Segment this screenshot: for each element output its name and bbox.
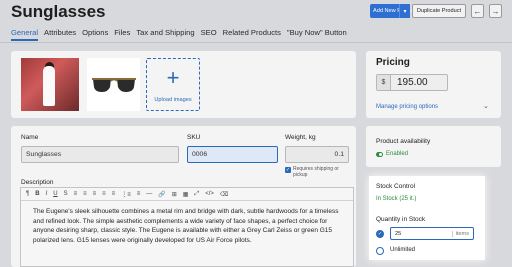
description-editor[interactable]: ¶ B I U S ≡ ≡ ≡ ≡ ≡ ⋮≡ ≡ — 🔗 ⊞ ▦ ⤢ </> ⌫… xyxy=(20,187,354,267)
shipping-checkbox[interactable]: ✓ xyxy=(285,167,291,173)
availability-card: Product availability Enabled xyxy=(366,126,501,167)
plus-icon: + xyxy=(166,64,180,90)
tab-related-products[interactable]: Related Products xyxy=(223,28,281,41)
product-details-card: Name Sunglasses SKU 0006 Weight, kg 0.1 … xyxy=(11,126,356,267)
tab-bar: General Attributes Options Files Tax and… xyxy=(11,28,347,41)
upload-images-button[interactable]: + Upload images xyxy=(146,58,200,111)
sku-label: SKU xyxy=(187,134,201,141)
table-icon[interactable]: ⊞ xyxy=(172,191,177,198)
unlimited-radio[interactable] xyxy=(376,247,384,255)
quantity-unit: items xyxy=(451,230,469,237)
horizontal-rule-icon[interactable]: — xyxy=(146,191,152,197)
tab-tax-shipping[interactable]: Tax and Shipping xyxy=(136,28,194,41)
align-center-icon[interactable]: ≡ xyxy=(83,191,87,197)
name-label: Name xyxy=(21,134,39,141)
price-field[interactable]: $ 195.00 xyxy=(376,74,448,91)
images-card: + Upload images xyxy=(11,51,356,118)
duplicate-product-button[interactable]: Duplicate Product xyxy=(412,4,466,18)
arrow-right-icon[interactable]: → xyxy=(489,4,502,18)
underline-icon[interactable]: U xyxy=(53,191,57,197)
tab-buy-now-button[interactable]: "Buy Now" Button xyxy=(287,28,347,41)
tab-attributes[interactable]: Attributes xyxy=(44,28,76,41)
quantity-value: 25 xyxy=(395,230,402,237)
chevron-down-icon[interactable]: ⌄ xyxy=(483,102,489,110)
tab-files[interactable]: Files xyxy=(114,28,130,41)
weight-field[interactable]: 0.1 xyxy=(285,146,349,163)
add-new-product-button[interactable]: Add New Product ▾ xyxy=(370,4,417,18)
sunglasses-icon xyxy=(91,77,136,92)
page-title: Sunglasses xyxy=(11,2,106,21)
quantity-radio[interactable]: ✓ xyxy=(376,230,384,238)
paragraph-icon[interactable]: ¶ xyxy=(26,191,29,197)
stock-control-title: Stock Control xyxy=(376,183,416,190)
strikethrough-icon[interactable]: S xyxy=(64,191,68,197)
quantity-input[interactable]: 25 items xyxy=(390,227,474,240)
pricing-card: Pricing $ 195.00 Manage pricing options … xyxy=(366,51,501,118)
link-icon[interactable]: 🔗 xyxy=(158,191,165,198)
pricing-title: Pricing xyxy=(376,57,410,68)
clear-format-icon[interactable]: ⌫ xyxy=(220,191,228,198)
currency-symbol: $ xyxy=(377,75,391,90)
align-left-icon[interactable]: ≡ xyxy=(74,191,78,197)
product-image-sunglasses[interactable] xyxy=(87,58,140,111)
price-value[interactable]: 195.00 xyxy=(391,75,428,90)
tab-seo[interactable]: SEO xyxy=(201,28,217,41)
tab-options[interactable]: Options xyxy=(82,28,108,41)
bold-icon[interactable]: B xyxy=(35,191,39,197)
align-right-icon[interactable]: ≡ xyxy=(93,191,97,197)
upload-images-label: Upload images xyxy=(154,96,192,103)
name-field[interactable]: Sunglasses xyxy=(21,146,179,163)
toggle-icon xyxy=(376,151,383,157)
indent-icon[interactable]: ≡ xyxy=(137,191,141,197)
unordered-list-icon[interactable]: ≡ xyxy=(112,191,116,197)
quantity-label: Quantity in Stock xyxy=(376,216,426,223)
model-body xyxy=(43,66,55,106)
image-icon[interactable]: ▦ xyxy=(183,191,189,198)
arrow-left-icon[interactable]: ← xyxy=(471,4,484,18)
shipping-note: Requires shipping or pickup xyxy=(293,166,339,178)
sku-field[interactable]: 0006 xyxy=(187,146,278,163)
chevron-down-icon[interactable]: ▾ xyxy=(399,4,410,18)
editor-toolbar: ¶ B I U S ≡ ≡ ≡ ≡ ≡ ⋮≡ ≡ — 🔗 ⊞ ▦ ⤢ </> ⌫ xyxy=(21,188,353,201)
justify-icon[interactable]: ≡ xyxy=(102,191,106,197)
availability-title: Product availability xyxy=(376,138,431,145)
description-text[interactable]: The Eugene's sleek silhouette combines a… xyxy=(21,201,353,251)
description-label: Description xyxy=(21,179,54,186)
code-icon[interactable]: </> xyxy=(205,191,214,197)
manage-pricing-link[interactable]: Manage pricing options xyxy=(376,104,438,110)
product-image-model[interactable] xyxy=(21,58,79,111)
ordered-list-icon[interactable]: ⋮≡ xyxy=(121,191,131,198)
unlimited-label: Unlimited xyxy=(390,247,416,253)
tab-general[interactable]: General xyxy=(11,28,39,41)
italic-icon[interactable]: I xyxy=(46,191,48,197)
fullscreen-icon[interactable]: ⤢ xyxy=(194,191,199,198)
availability-status: Enabled xyxy=(386,151,409,157)
tab-divider xyxy=(0,42,512,43)
weight-label: Weight, kg xyxy=(285,134,316,141)
stock-status: In Stock (25 it.) xyxy=(376,196,417,202)
stock-control-panel: Stock Control In Stock (25 it.) Quantity… xyxy=(369,176,485,260)
top-bar: Sunglasses Add New Product ▾ Duplicate P… xyxy=(0,0,512,44)
availability-toggle[interactable]: Enabled xyxy=(376,151,408,157)
